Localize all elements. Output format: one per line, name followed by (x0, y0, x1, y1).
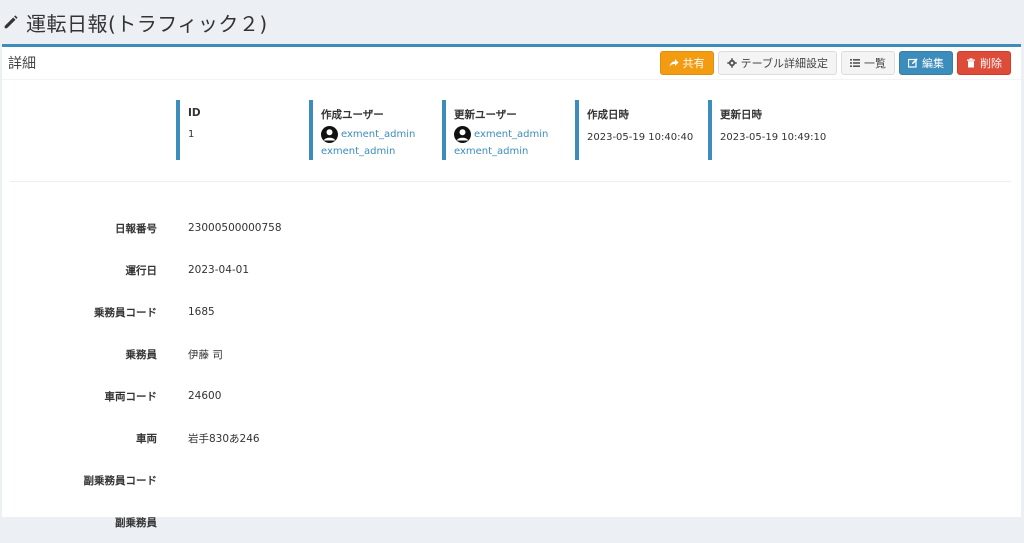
share-label: 共有 (682, 57, 705, 70)
created-user-name[interactable]: exment_admin (341, 129, 415, 140)
table-settings-label: テーブル詳細設定 (740, 57, 828, 70)
field-label: 乗務員 (125, 348, 158, 361)
edit-button[interactable]: 編集 (899, 51, 953, 75)
created-user-link[interactable]: exment_admin (321, 126, 434, 143)
meta-created-user: 作成ユーザー exment_admin exment_admin (309, 100, 434, 160)
meta-created-at-value: 2023-05-19 10:40:40 (587, 132, 694, 143)
delete-button[interactable]: 削除 (957, 51, 1011, 75)
updated-user-sub[interactable]: exment_admin (454, 146, 567, 157)
field-row: 乗務員コード 1685 (2, 291, 1021, 333)
list-button[interactable]: 一覧 (841, 51, 895, 75)
detail-box: 詳細 共有 テーブル詳細設定 一覧 編集 削除 ID 1 作成ユーザー exme… (2, 44, 1021, 529)
edit-label: 編集 (922, 57, 944, 70)
detail-fields: 日報番号 23000500000758 運行日 2023-04-01 乗務員コー… (2, 207, 1021, 543)
user-avatar-icon (454, 126, 471, 143)
field-value: 1685 (188, 306, 215, 318)
divider (10, 181, 1011, 182)
field-value: 伊藤 司 (188, 348, 223, 361)
field-row: 乗務員 伊藤 司 (2, 333, 1021, 375)
gear-icon (726, 58, 737, 68)
field-label: 副乗務員コード (83, 474, 158, 487)
edit-icon (908, 58, 918, 68)
field-row: 副乗務員コード (2, 459, 1021, 501)
field-row: 運行日 2023-04-01 (2, 249, 1021, 291)
meta-updated-at-value: 2023-05-19 10:49:10 (720, 132, 827, 143)
page-title: 運転日報(トラフィック２) (26, 11, 268, 36)
field-value: 2023-04-01 (188, 264, 250, 276)
meta-info: ID 1 作成ユーザー exment_admin exment_admin 更新… (2, 100, 1021, 180)
meta-updated-user-label: 更新ユーザー (454, 109, 517, 121)
created-user-sub[interactable]: exment_admin (321, 146, 434, 157)
meta-updated-at-label: 更新日時 (720, 109, 762, 121)
meta-updated-user: 更新ユーザー exment_admin exment_admin (442, 100, 567, 160)
pencil-icon (4, 15, 18, 29)
toolbar: 共有 テーブル詳細設定 一覧 編集 削除 (659, 51, 1011, 75)
updated-user-name[interactable]: exment_admin (474, 129, 548, 140)
field-label: 副乗務員 (115, 516, 157, 529)
updated-user-link[interactable]: exment_admin (454, 126, 567, 143)
share-button[interactable]: 共有 (659, 51, 714, 75)
meta-id: ID 1 (176, 100, 301, 160)
trash-icon (967, 58, 975, 68)
meta-created-user-label: 作成ユーザー (321, 109, 384, 121)
field-value: 23000500000758 (188, 222, 282, 234)
field-row: 車両 岩手830あ246 (2, 417, 1021, 459)
page-header: 運転日報(トラフィック２) (0, 0, 1024, 44)
box-header: 詳細 共有 テーブル詳細設定 一覧 編集 削除 (2, 47, 1021, 80)
meta-created-at: 作成日時 2023-05-19 10:40:40 (575, 100, 700, 160)
meta-created-at-label: 作成日時 (587, 109, 629, 121)
field-label: 日報番号 (115, 222, 157, 235)
field-label: 運行日 (125, 264, 158, 277)
table-settings-button[interactable]: テーブル詳細設定 (717, 51, 837, 75)
field-label: 車両コード (104, 390, 158, 403)
list-icon (850, 59, 860, 67)
box-title: 詳細 (8, 56, 36, 72)
meta-id-label: ID (188, 107, 201, 119)
field-value: 24600 (188, 390, 222, 402)
meta-updated-at: 更新日時 2023-05-19 10:49:10 (708, 100, 833, 160)
delete-label: 削除 (980, 57, 1002, 70)
meta-id-value: 1 (188, 129, 195, 140)
user-avatar-icon (321, 126, 338, 143)
list-label: 一覧 (864, 57, 886, 70)
field-value: 岩手830あ246 (188, 432, 260, 445)
field-row: 車両コード 24600 (2, 375, 1021, 417)
share-icon (669, 59, 679, 67)
field-row: 日報番号 23000500000758 (2, 207, 1021, 249)
field-label: 乗務員コード (94, 306, 157, 319)
field-label: 車両 (136, 432, 157, 445)
field-row: 副乗務員 (2, 501, 1021, 543)
